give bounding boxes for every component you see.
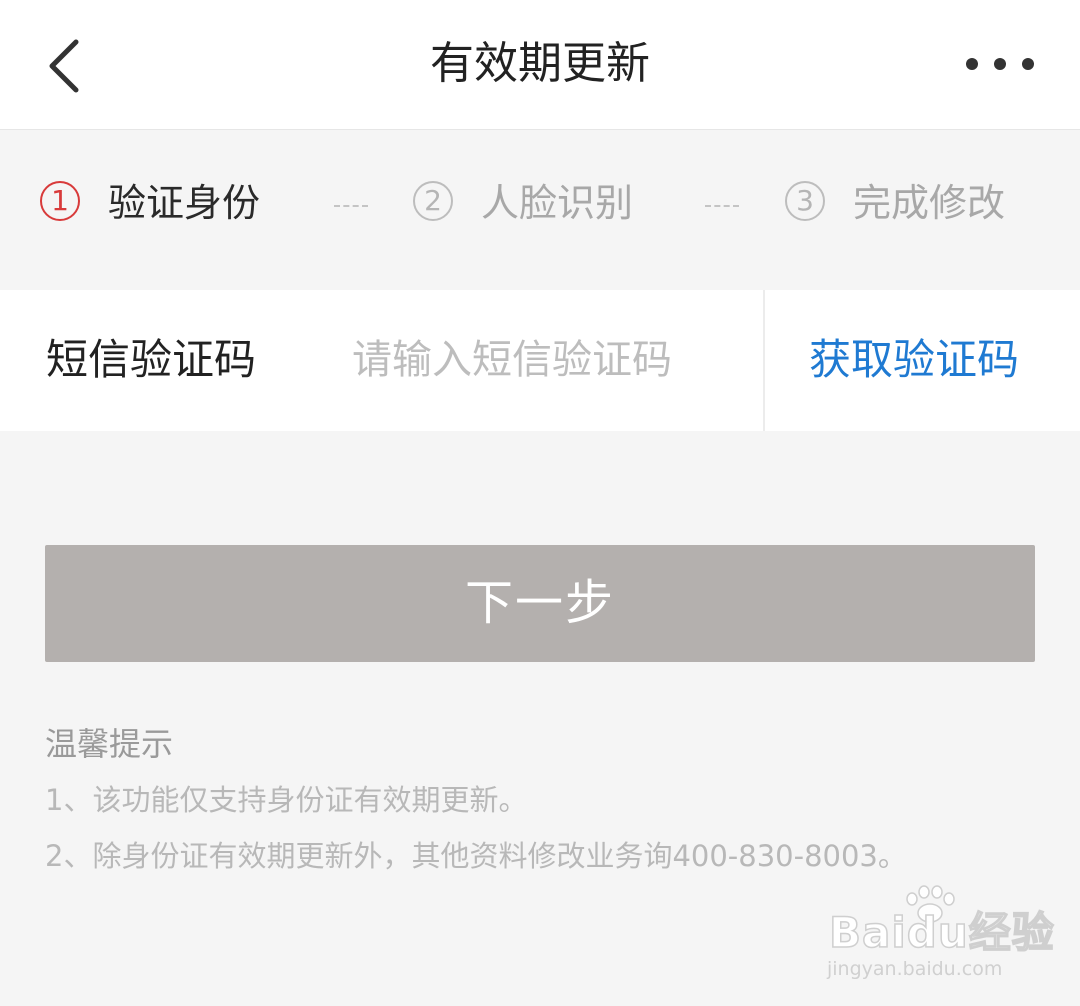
baidu-watermark: Baidu经验 jingyan.baidu.com: [825, 885, 1054, 985]
next-step-button[interactable]: 下一步: [45, 545, 1035, 662]
tips-title: 温馨提示: [45, 725, 174, 763]
watermark-brand: Baidu经验: [828, 907, 1055, 958]
step-label: 验证身份: [108, 181, 261, 225]
paw-icon: [906, 885, 955, 923]
get-code-button[interactable]: 获取验证码: [765, 290, 1080, 431]
sms-code-row: 短信验证码 获取验证码: [0, 290, 1080, 431]
tip-line: 1、该功能仅支持身份证有效期更新。: [45, 783, 528, 817]
watermark-url: jingyan.baidu.com: [827, 958, 1003, 980]
sms-code-label: 短信验证码: [46, 335, 257, 384]
sms-code-input[interactable]: [352, 328, 742, 392]
more-button[interactable]: [955, 40, 1045, 90]
step-label: 完成修改: [853, 181, 1006, 225]
step-separator: [334, 205, 368, 207]
step-indicator: 1 验证身份 2 人脸识别 3 完成修改: [0, 131, 1080, 289]
step-number: 2: [413, 181, 453, 221]
step-number: 3: [785, 181, 825, 221]
step-label: 人脸识别: [481, 181, 634, 225]
nav-bar: 有效期更新: [0, 0, 1080, 130]
tip-line: 2、除身份证有效期更新外，其他资料修改业务询400-830-8003。: [45, 839, 907, 873]
page-title: 有效期更新: [430, 38, 650, 89]
step-separator: [705, 205, 739, 207]
get-code-label: 获取验证码: [809, 335, 1020, 384]
step-number: 1: [40, 181, 80, 221]
